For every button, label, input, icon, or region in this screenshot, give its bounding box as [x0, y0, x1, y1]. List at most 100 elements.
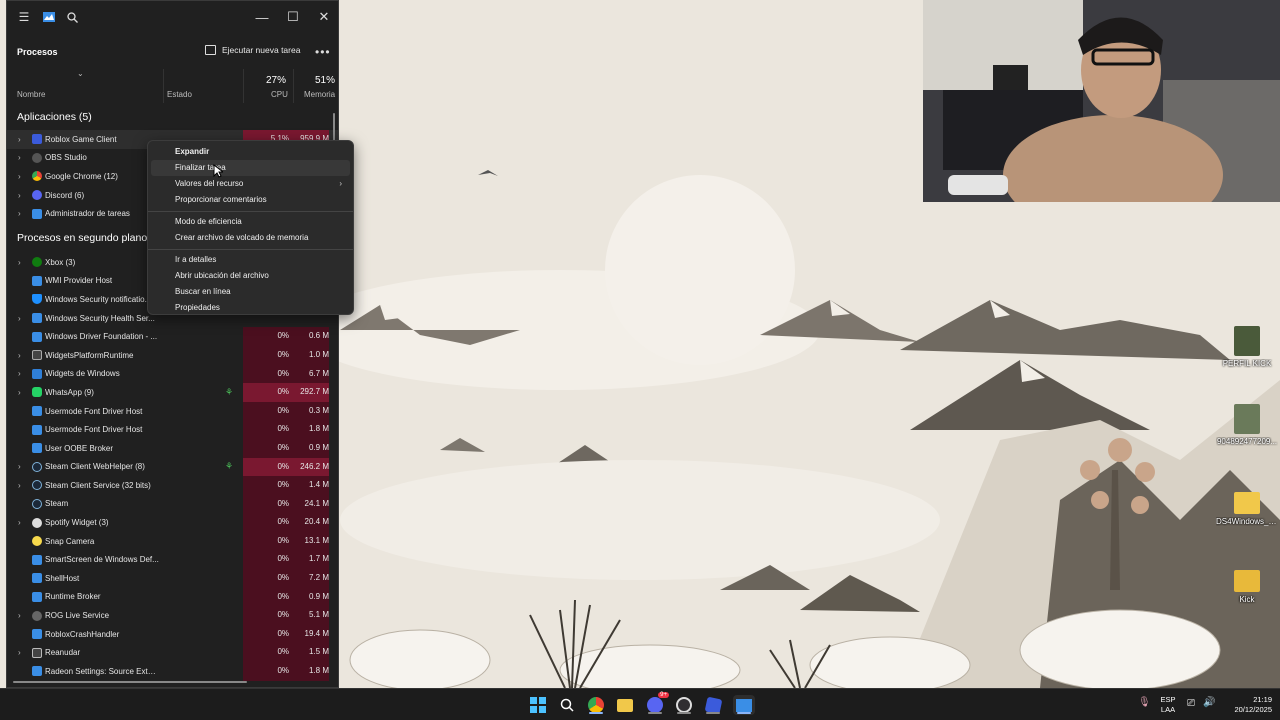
active-indicator [737, 712, 751, 714]
desktop-icon-image-file[interactable]: 904892477209... [1216, 404, 1278, 446]
shortcut-image-icon [1234, 326, 1260, 356]
expand-chevron-icon[interactable]: › [18, 611, 26, 620]
menu-item-resource-values[interactable]: Valores del recurso › [151, 176, 350, 192]
menu-item-go-to-details[interactable]: Ir a detalles [151, 252, 350, 268]
process-row[interactable]: › Widgets de Windows 0% 6.7 M [7, 364, 338, 384]
expand-chevron-icon[interactable]: › [18, 518, 26, 527]
menu-item-search-online[interactable]: Buscar en línea [151, 284, 350, 300]
expand-chevron-icon[interactable]: › [18, 209, 26, 218]
more-options-button[interactable]: ••• [315, 45, 331, 59]
taskbar-file-explorer[interactable] [615, 695, 635, 715]
menu-item-properties[interactable]: Propiedades [151, 300, 350, 316]
process-row-steam-webhelper[interactable]: › Steam Client WebHelper (8) ⚘ 0% 246.2 … [7, 457, 338, 477]
vertical-scrollbar[interactable] [333, 113, 335, 143]
process-row[interactable]: Runtime Broker 0% 0.9 M [7, 587, 338, 607]
microphone-icon[interactable]: 🎙 [1138, 698, 1151, 708]
expand-chevron-icon[interactable]: › [18, 172, 26, 181]
process-row[interactable]: Snap Camera 0% 13.1 M [7, 531, 338, 551]
system-process-icon [32, 313, 42, 324]
steam-icon [32, 498, 42, 509]
process-row[interactable]: Steam 0% 24.1 M [7, 494, 338, 514]
context-menu: Expandir Finalizar tarea Valores del rec… [147, 140, 354, 315]
process-row[interactable]: User OOBE Broker 0% 0.9 M [7, 438, 338, 458]
expand-chevron-icon[interactable]: › [18, 135, 26, 144]
sort-chevron-icon[interactable]: ⌄ [77, 69, 84, 78]
process-row[interactable]: Windows Driver Foundation - ... 0% 0.6 M [7, 327, 338, 346]
new-task-button[interactable]: Ejecutar nueva tarea [205, 45, 300, 55]
clock[interactable]: 21:19 20/12/2025 [1226, 695, 1272, 715]
taskbar-chrome[interactable] [586, 695, 606, 715]
minimize-button[interactable]: — [247, 1, 277, 33]
system-process-icon [32, 629, 42, 640]
folder-icon [1234, 492, 1260, 514]
menu-item-efficiency-mode[interactable]: Modo de eficiencia [151, 214, 350, 230]
process-row[interactable]: › WidgetsPlatformRuntime 0% 1.0 M [7, 345, 338, 365]
process-row[interactable]: › ROG Live Service 0% 5.1 M [7, 606, 338, 625]
maximize-button[interactable]: ☐ [278, 1, 308, 33]
process-row[interactable]: SmartScreen de Windows Def... 0% 1.7 M [7, 550, 338, 570]
column-divider[interactable] [293, 69, 294, 103]
search-icon[interactable] [57, 1, 87, 33]
desktop-icon-kick[interactable]: Kick [1216, 566, 1278, 604]
menu-item-open-file-location[interactable]: Abrir ubicación del archivo [151, 268, 350, 284]
taskbar-roblox[interactable] [703, 695, 723, 715]
column-divider[interactable] [243, 69, 244, 103]
image-file-icon [1234, 404, 1260, 434]
column-cpu[interactable]: CPU [271, 90, 288, 99]
taskbar-obs[interactable] [674, 695, 694, 715]
process-row-whatsapp[interactable]: › WhatsApp (9) ⚘ 0% 292.7 M [7, 383, 338, 402]
close-button[interactable]: ✕ [309, 1, 338, 33]
taskbar-discord[interactable]: 9+ [645, 692, 669, 715]
process-row[interactable]: ShellHost 0% 7.2 M [7, 569, 338, 588]
menu-item-end-task[interactable]: Finalizar tarea [151, 160, 350, 176]
expand-chevron-icon[interactable]: › [18, 351, 26, 360]
column-name[interactable]: Nombre [17, 90, 45, 99]
group-apps: Aplicaciones (5) [17, 111, 92, 123]
process-row[interactable]: RobloxCrashHandler 0% 19.4 M [7, 624, 338, 644]
volume-icon[interactable]: 🔊 [1203, 698, 1215, 708]
menu-item-memory-dump[interactable]: Crear archivo de volcado de memoria [151, 230, 350, 246]
column-divider[interactable] [163, 69, 164, 103]
process-row[interactable]: › Steam Client Service (32 bits) 0% 1.4 … [7, 476, 338, 495]
process-row[interactable]: Usermode Font Driver Host 0% 1.8 M [7, 420, 338, 439]
mouse-cursor-icon [213, 164, 223, 178]
expand-chevron-icon[interactable]: › [18, 388, 26, 397]
system-process-icon [32, 275, 42, 286]
expand-chevron-icon[interactable]: › [18, 481, 26, 490]
task-manager-icon [32, 208, 42, 219]
system-process-icon [32, 554, 42, 565]
column-header-row: ⌄ Nombre Estado 27% CPU 51% Memoria [7, 69, 338, 103]
memory-total[interactable]: 51% [315, 75, 335, 86]
menu-item-feedback[interactable]: Proporcionar comentarios [151, 192, 350, 208]
process-row[interactable]: › Reanudar 0% 1.5 M [7, 643, 338, 663]
taskbar-task-manager[interactable] [733, 695, 755, 715]
expand-chevron-icon[interactable]: › [18, 462, 26, 471]
expand-chevron-icon[interactable]: › [18, 153, 26, 162]
expand-chevron-icon[interactable]: › [18, 258, 26, 267]
expand-chevron-icon[interactable]: › [18, 314, 26, 323]
expand-chevron-icon[interactable]: › [18, 648, 26, 657]
task-manager-icon [736, 698, 752, 712]
cpu-total[interactable]: 27% [266, 75, 286, 86]
menu-item-expand[interactable]: Expandir [151, 144, 350, 160]
chrome-icon [588, 697, 604, 713]
column-memory[interactable]: Memoria [304, 90, 335, 99]
steam-icon [32, 461, 42, 472]
column-status[interactable]: Estado [167, 90, 192, 99]
efficiency-leaf-icon: ⚘ [225, 461, 234, 472]
horizontal-scrollbar[interactable] [13, 681, 247, 683]
desktop-icon-ds4windows[interactable]: DS4Windows_3... [1216, 488, 1278, 526]
process-row[interactable]: Usermode Font Driver Host 0% 0.3 M [7, 401, 338, 421]
network-icon[interactable]: ⎚ [1187, 699, 1195, 709]
process-row[interactable]: Radeon Settings: Source Exten... 0% 1.8 … [7, 662, 338, 681]
language-indicator[interactable]: ESP LAA [1158, 695, 1178, 715]
expand-chevron-icon[interactable]: › [18, 191, 26, 200]
start-button[interactable] [528, 695, 548, 715]
desktop-icon-perfil-kick[interactable]: PERFIL KICK [1216, 326, 1278, 368]
process-row[interactable]: › Spotify Widget (3) 0% 20.4 M [7, 513, 338, 532]
search-button[interactable] [557, 695, 577, 715]
xbox-icon [32, 257, 42, 268]
system-process-icon [32, 424, 42, 435]
system-process-icon [32, 591, 42, 602]
expand-chevron-icon[interactable]: › [18, 369, 26, 378]
